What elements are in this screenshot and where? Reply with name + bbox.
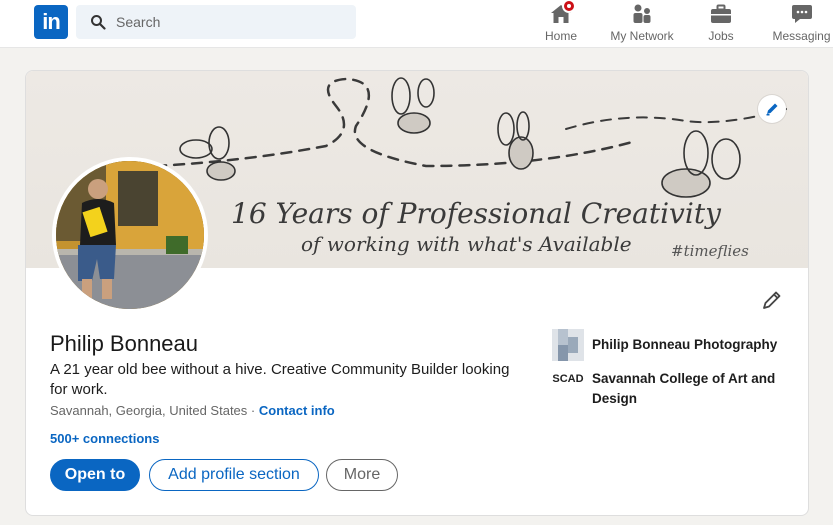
search-input[interactable]: [116, 5, 346, 39]
nav-home-label: Home: [544, 29, 577, 43]
open-to-button[interactable]: Open to: [50, 459, 140, 491]
profile-location-line: Savannah, Georgia, United States · Conta…: [50, 403, 335, 418]
edit-intro-icon[interactable]: [760, 288, 784, 312]
nav-messaging[interactable]: Messaging: [770, 2, 833, 46]
bee-sketch: [391, 77, 435, 134]
more-button[interactable]: More: [326, 459, 398, 491]
linkedin-logo[interactable]: in: [34, 5, 68, 39]
photography-logo: [552, 329, 584, 361]
org-name: Philip Bonneau Photography: [592, 337, 778, 352]
profile-photo[interactable]: [52, 157, 208, 313]
banner-tag: #timeflies: [671, 242, 749, 260]
banner-line2: of working with what's Available: [301, 232, 632, 256]
nav-messaging-label: Messaging: [772, 29, 831, 43]
scad-logo: SCAD: [552, 363, 584, 395]
pencil-icon: [766, 103, 778, 116]
connections-link[interactable]: 500+ connections: [50, 431, 159, 446]
banner-line1: 16 Years of Professional Creativity: [231, 197, 722, 230]
add-profile-section-button[interactable]: Add profile section: [149, 459, 319, 491]
search-icon: [91, 15, 106, 30]
profile-headline: A 21 year old bee without a hive. Creati…: [50, 361, 510, 398]
contact-info-link[interactable]: Contact info: [259, 403, 335, 418]
network-icon: [630, 2, 654, 26]
nav-my-network[interactable]: My Network: [606, 2, 678, 46]
edit-banner-button[interactable]: [758, 95, 786, 123]
top-nav: in Home My Network: [0, 0, 833, 48]
profile-location: Savannah, Georgia, United States: [50, 403, 248, 418]
search-box[interactable]: [76, 5, 356, 39]
nav-my-network-label: My Network: [610, 29, 674, 43]
nav-jobs[interactable]: Jobs: [701, 2, 741, 46]
nav-jobs-label: Jobs: [708, 29, 734, 43]
home-icon: [549, 0, 576, 26]
profile-card: 16 Years of Professional Creativity of w…: [25, 70, 809, 516]
notification-badge: [562, 0, 576, 13]
profile-photo-image: [56, 161, 204, 309]
bee-sketch: [661, 130, 741, 198]
briefcase-icon: [709, 2, 733, 26]
nav-home[interactable]: Home: [541, 0, 581, 46]
messaging-icon: [790, 2, 814, 26]
separator-dot: ·: [250, 403, 256, 418]
org-name: Savannah College of Art and Design: [592, 371, 776, 406]
profile-name: Philip Bonneau: [50, 331, 199, 356]
bee-sketch: [497, 111, 534, 170]
